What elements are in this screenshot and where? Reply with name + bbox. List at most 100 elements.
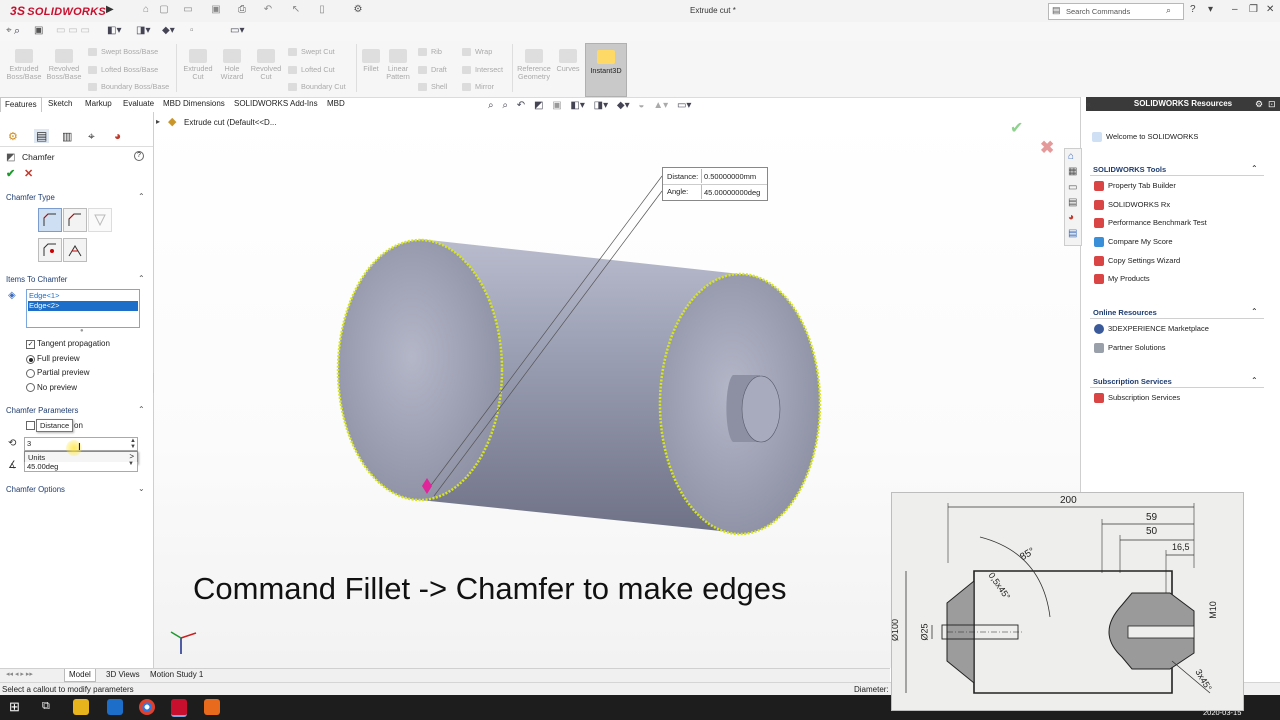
previous-view-icon[interactable]: ↶ xyxy=(517,100,525,111)
file-explorer-icon[interactable] xyxy=(73,699,89,715)
chevron-up-icon[interactable]: ⌃ xyxy=(138,274,145,283)
custom-properties-tab-icon[interactable]: ▤ xyxy=(1068,228,1077,239)
rib-button[interactable]: Rib xyxy=(418,47,442,56)
subscription-services-link[interactable]: Subscription Services xyxy=(1094,393,1180,404)
marketplace-link[interactable]: 3DEXPERIENCE Marketplace xyxy=(1094,324,1209,335)
section-view-icon[interactable]: ◩ xyxy=(534,100,543,111)
tab-mbd-dimensions[interactable]: MBD Dimensions xyxy=(159,97,229,111)
edit-appearance-icon[interactable]: ◒ xyxy=(638,100,644,111)
lofted-boss-button[interactable]: Lofted Boss/Base xyxy=(88,65,158,74)
swept-boss-button[interactable]: Swept Boss/Base xyxy=(88,47,158,56)
display-style-icon[interactable]: ◧▾ xyxy=(107,25,121,36)
tab-markup[interactable]: Markup xyxy=(81,97,116,111)
help-icon[interactable]: ? xyxy=(134,151,144,161)
task-view-icon[interactable]: ⧉ xyxy=(42,700,50,713)
help-icon[interactable]: ? xyxy=(1190,4,1196,15)
revolved-cut-button[interactable]: Revolved Cut xyxy=(248,49,284,81)
search-commands-input[interactable]: ▤ Search Commands ⌕ xyxy=(1048,3,1184,20)
chevron-up-icon[interactable]: ⌃ xyxy=(138,192,145,201)
pane-options-icon[interactable]: ⚙ xyxy=(1255,99,1263,110)
tab-evaluate[interactable]: Evaluate xyxy=(119,97,158,111)
hide-show-icon[interactable]: ◆▾ xyxy=(162,25,175,36)
solidworks-taskbar-icon[interactable] xyxy=(171,699,187,717)
cancel-x-icon[interactable]: ✕ xyxy=(24,167,33,180)
no-preview-radio[interactable] xyxy=(26,383,35,392)
items-selection-box[interactable]: Edge<1> Edge<2> xyxy=(26,289,140,328)
chrome-icon[interactable] xyxy=(139,699,155,715)
distance-distance-type-button[interactable] xyxy=(63,208,87,232)
minimize-icon[interactable]: – xyxy=(1232,4,1238,15)
tab-motion-study[interactable]: Motion Study 1 xyxy=(148,669,205,681)
view-palette-tab-icon[interactable]: ▤ xyxy=(1068,197,1077,208)
curves-button[interactable]: Curves xyxy=(554,49,582,73)
tangent-propagation-checkbox[interactable]: ✓ xyxy=(26,340,35,349)
appearance-icon[interactable]: ▫ xyxy=(190,25,194,36)
home-icon[interactable]: ⌂ xyxy=(140,4,152,16)
callout-distance-field[interactable]: 0.50000000mm xyxy=(701,169,766,183)
monitor-icon[interactable]: ▭▾ xyxy=(230,25,244,36)
close-icon[interactable]: ✕ xyxy=(1266,4,1274,15)
solidworks-rx-link[interactable]: SOLIDWORKS Rx xyxy=(1094,200,1170,211)
view-icon[interactable]: ▣ xyxy=(34,25,43,36)
open-icon[interactable]: ▭ xyxy=(182,4,194,16)
menu-arrow-icon[interactable]: ▶ xyxy=(106,4,114,15)
section-view-icon[interactable]: ◨▾ xyxy=(136,25,150,36)
configuration-icon[interactable]: ▥ xyxy=(62,130,72,143)
save-icon[interactable]: ▣ xyxy=(210,4,222,16)
shell-button[interactable]: Shell xyxy=(418,82,447,91)
view-settings-icon[interactable]: ▭▾ xyxy=(677,100,691,111)
callout-angle-field[interactable]: 45.00000000deg xyxy=(701,185,766,199)
compare-score-link[interactable]: Compare My Score xyxy=(1094,237,1173,248)
items-to-chamfer-header[interactable]: Items To Chamfer xyxy=(6,275,67,284)
tab-mbd[interactable]: MBD xyxy=(323,97,349,111)
design-library-tab-icon[interactable]: ▦ xyxy=(1068,166,1077,177)
tab-features[interactable]: Features xyxy=(0,97,42,112)
mail-icon[interactable] xyxy=(107,699,123,715)
partner-solutions-link[interactable]: Partner Solutions xyxy=(1094,343,1166,354)
draft-button[interactable]: Draft xyxy=(418,65,447,74)
tab-model[interactable]: Model xyxy=(64,669,96,682)
undo-icon[interactable]: ↶ xyxy=(262,4,274,16)
display-manager-icon[interactable]: ◕ xyxy=(114,129,121,143)
face-face-type-button[interactable] xyxy=(63,238,87,262)
linear-pattern-button[interactable]: Linear Pattern xyxy=(384,49,412,81)
property-tab-builder-link[interactable]: Property Tab Builder xyxy=(1094,181,1176,192)
hide-show-items-icon[interactable]: ◆▾ xyxy=(617,100,630,111)
flip-direction-checkbox[interactable] xyxy=(26,421,35,430)
pin-icon[interactable]: ⌖ xyxy=(6,25,12,36)
zoom-area-icon[interactable]: ⌕ xyxy=(502,100,508,111)
revolved-boss-button[interactable]: Revolved Boss/Base xyxy=(44,49,84,81)
intersect-button[interactable]: Intersect xyxy=(462,65,503,74)
angle-input[interactable]: 45.00deg ▼ xyxy=(24,461,138,472)
extruded-cut-button[interactable]: Extruded Cut xyxy=(180,49,216,81)
view-orientation-icon[interactable]: ◧▾ xyxy=(570,100,584,111)
collapse-pane-icon[interactable]: « xyxy=(1086,99,1091,109)
spin-arrows-icon[interactable]: ▲ ▼ xyxy=(130,438,136,450)
partial-preview-radio[interactable] xyxy=(26,369,35,378)
spin-down-icon[interactable]: ▼ xyxy=(128,461,134,467)
copy-settings-link[interactable]: Copy Settings Wizard xyxy=(1094,256,1180,267)
chamfer-parameters-header[interactable]: Chamfer Parameters xyxy=(6,406,78,415)
rebuild-icon[interactable]: ▯ xyxy=(316,4,328,16)
benchmark-test-link[interactable]: Performance Benchmark Test xyxy=(1094,218,1207,229)
resize-grip-icon[interactable]: ● xyxy=(80,328,84,334)
chevron-down-icon[interactable]: ⌄ xyxy=(138,484,145,493)
reference-geometry-button[interactable]: Reference Geometry xyxy=(514,49,554,81)
appearances-tab-icon[interactable]: ◕ xyxy=(1068,212,1074,223)
select-icon[interactable]: ↖ xyxy=(290,4,302,16)
offset-face-type-button[interactable] xyxy=(38,238,62,262)
hole-wizard-button[interactable]: Hole Wizard xyxy=(216,49,248,81)
restore-icon[interactable]: ❐ xyxy=(1249,4,1258,15)
wrap-button[interactable]: Wrap xyxy=(462,47,492,56)
tab-scroll-arrows-icon[interactable]: ◂◂ ◂ ▸ ▸▸ xyxy=(6,670,33,678)
lofted-cut-button[interactable]: Lofted Cut xyxy=(288,65,335,74)
dimxpert-icon[interactable]: ⌖ xyxy=(88,129,95,144)
boundary-cut-button[interactable]: Boundary Cut xyxy=(288,82,346,91)
angle-distance-type-button[interactable] xyxy=(38,208,62,232)
search-tool-icon[interactable]: ⌕ xyxy=(14,25,20,38)
fillet-button[interactable]: Fillet xyxy=(358,49,384,73)
list-item[interactable]: Edge<2> xyxy=(28,301,138,311)
options-gear-icon[interactable]: ⚙ xyxy=(352,4,364,16)
subscription-section-header[interactable]: Subscription Services xyxy=(1093,377,1172,386)
tab-addins[interactable]: SOLIDWORKS Add-Ins xyxy=(230,97,322,111)
